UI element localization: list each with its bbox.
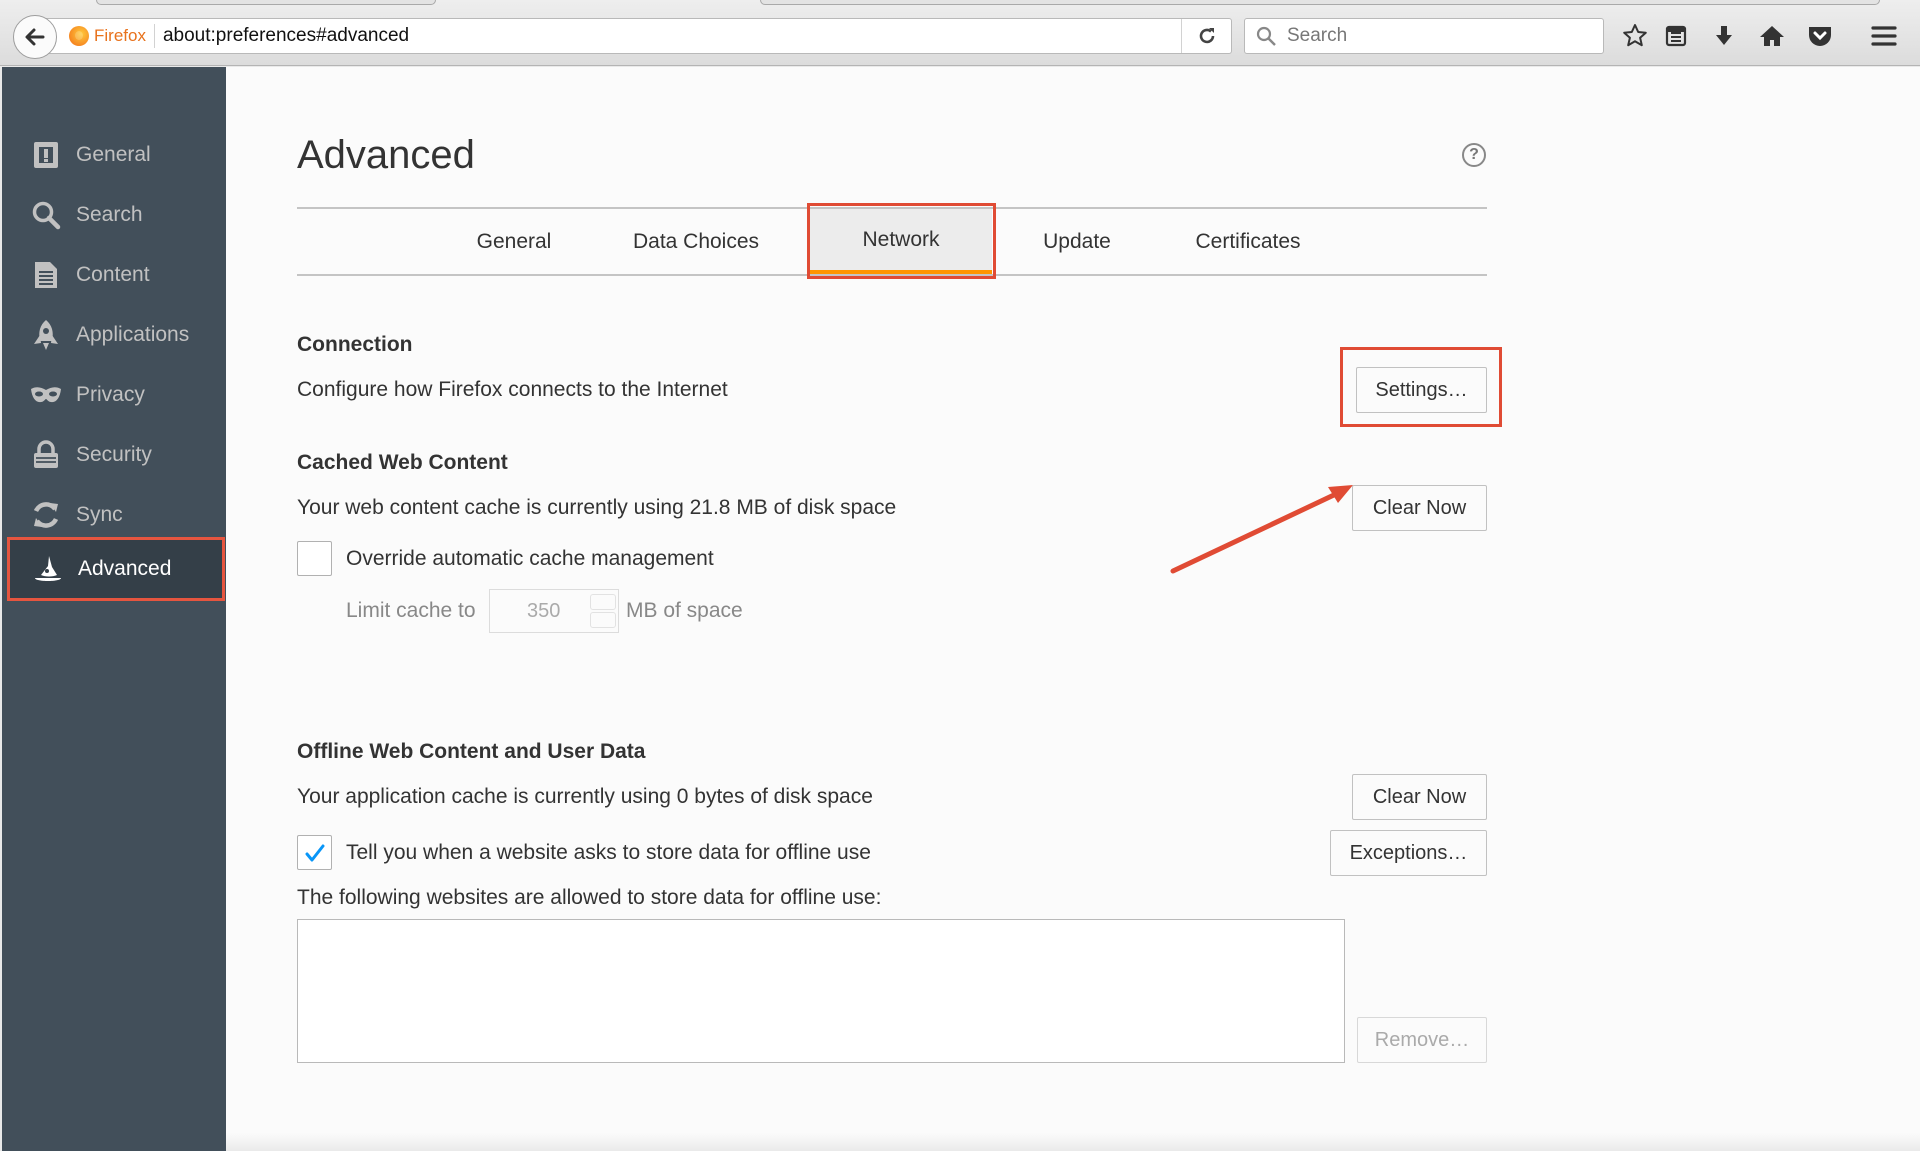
pocket-button[interactable] [1804, 20, 1836, 52]
connection-description: Configure how Firefox connects to the In… [297, 378, 728, 401]
checkmark-icon [305, 844, 324, 861]
sidebar-item-applications[interactable]: Applications [8, 306, 224, 364]
sidebar-item-content[interactable]: Content [8, 246, 224, 304]
limit-cache-label: Limit cache to [346, 599, 476, 622]
offline-heading: Offline Web Content and User Data [297, 740, 646, 763]
download-arrow-icon [1716, 26, 1732, 45]
tab-general[interactable]: General [444, 209, 584, 274]
browser-toolbar: Firefox about:preferences#advanced Searc… [0, 0, 1920, 66]
home-button[interactable] [1756, 20, 1788, 52]
reload-icon [1199, 28, 1214, 44]
reload-button[interactable] [1181, 19, 1231, 53]
bottom-shadow [226, 1133, 1920, 1151]
sidebar-item-label: Security [76, 443, 152, 466]
sidebar-item-label: Privacy [76, 383, 145, 406]
star-icon [1623, 24, 1647, 47]
pocket-icon [1809, 27, 1831, 46]
tab-edge [96, 0, 436, 5]
cache-usage-text: Your web content cache is currently usin… [297, 496, 897, 519]
connection-heading: Connection [297, 333, 413, 356]
back-button[interactable] [13, 15, 57, 59]
sidebar-item-label: Applications [76, 323, 190, 346]
connection-settings-button[interactable]: Settings… [1356, 367, 1487, 413]
offline-clear-now-button[interactable]: Clear Now [1352, 774, 1487, 820]
sidebar-item-search[interactable]: Search [8, 186, 224, 244]
page-title: Advanced [297, 133, 475, 177]
bookmark-star-button[interactable] [1619, 20, 1651, 52]
offline-sites-list[interactable] [297, 919, 1345, 1063]
bookmarks-menu-button[interactable] [1660, 20, 1692, 52]
search-placeholder: Search [1287, 25, 1348, 46]
limit-cache-input[interactable]: 350 [489, 589, 619, 633]
sidebar-item-label: General [76, 143, 151, 166]
override-cache-label: Override automatic cache management [346, 547, 714, 570]
annotation-arrow [1170, 485, 1353, 574]
sync-icon [28, 497, 64, 533]
identity-box[interactable]: Firefox [69, 24, 155, 48]
firefox-logo-icon [69, 26, 89, 46]
general-icon [28, 137, 64, 173]
search-bar[interactable]: Search [1244, 18, 1604, 54]
cache-heading: Cached Web Content [297, 451, 508, 474]
security-lock-icon [28, 437, 64, 473]
preferences-content: Advanced ? General Data Choices Network … [226, 67, 1920, 1151]
sidebar-item-label: Advanced [78, 557, 172, 580]
limit-cache-spinner[interactable] [590, 594, 616, 628]
offline-notify-label: Tell you when a website asks to store da… [346, 841, 871, 864]
search-icon [1256, 26, 1276, 46]
back-arrow-icon [25, 28, 45, 46]
help-icon[interactable]: ? [1462, 143, 1486, 167]
sidebar-item-label: Sync [76, 503, 123, 526]
home-icon [1760, 26, 1784, 46]
bookmarks-list-icon [1665, 25, 1687, 47]
sidebar-item-label: Search [76, 203, 143, 226]
override-cache-checkbox[interactable] [297, 541, 332, 576]
menu-button[interactable] [1868, 20, 1900, 52]
tab-update[interactable]: Update [1016, 209, 1138, 274]
url-bar[interactable]: Firefox about:preferences#advanced [40, 18, 1232, 54]
exceptions-button[interactable]: Exceptions… [1330, 830, 1487, 876]
tabs-divider [297, 274, 1487, 276]
remove-button[interactable]: Remove… [1357, 1017, 1487, 1063]
applications-icon [28, 317, 64, 353]
search-icon [28, 197, 64, 233]
sidebar-item-general[interactable]: General [8, 126, 224, 184]
tab-data-choices[interactable]: Data Choices [608, 209, 784, 274]
cache-clear-now-button[interactable]: Clear Now [1352, 485, 1487, 531]
tab-edge [760, 0, 1880, 5]
offline-allowed-label: The following websites are allowed to st… [297, 886, 882, 909]
identity-label: Firefox [94, 26, 146, 45]
limit-cache-unit: MB of space [626, 599, 743, 622]
sidebar-item-privacy[interactable]: Privacy [8, 366, 224, 424]
sidebar-item-security[interactable]: Security [8, 426, 224, 484]
offline-usage-text: Your application cache is currently usin… [297, 785, 873, 808]
limit-cache-value: 350 [527, 599, 561, 622]
sidebar-item-label: Content [76, 263, 150, 286]
url-text[interactable]: about:preferences#advanced [163, 25, 409, 47]
tab-certificates[interactable]: Certificates [1160, 209, 1336, 274]
hamburger-menu-icon [1871, 26, 1897, 46]
downloads-button[interactable] [1708, 20, 1740, 52]
preferences-sidebar: General Search Content Applications Priv… [2, 67, 226, 1151]
tab-network[interactable]: Network [810, 209, 992, 274]
sidebar-item-advanced[interactable]: Advanced [7, 537, 225, 601]
advanced-wizard-icon [30, 551, 66, 587]
offline-notify-checkbox[interactable] [297, 835, 332, 870]
privacy-mask-icon [28, 377, 64, 413]
content-icon [28, 257, 64, 293]
sidebar-item-sync[interactable]: Sync [8, 486, 224, 544]
